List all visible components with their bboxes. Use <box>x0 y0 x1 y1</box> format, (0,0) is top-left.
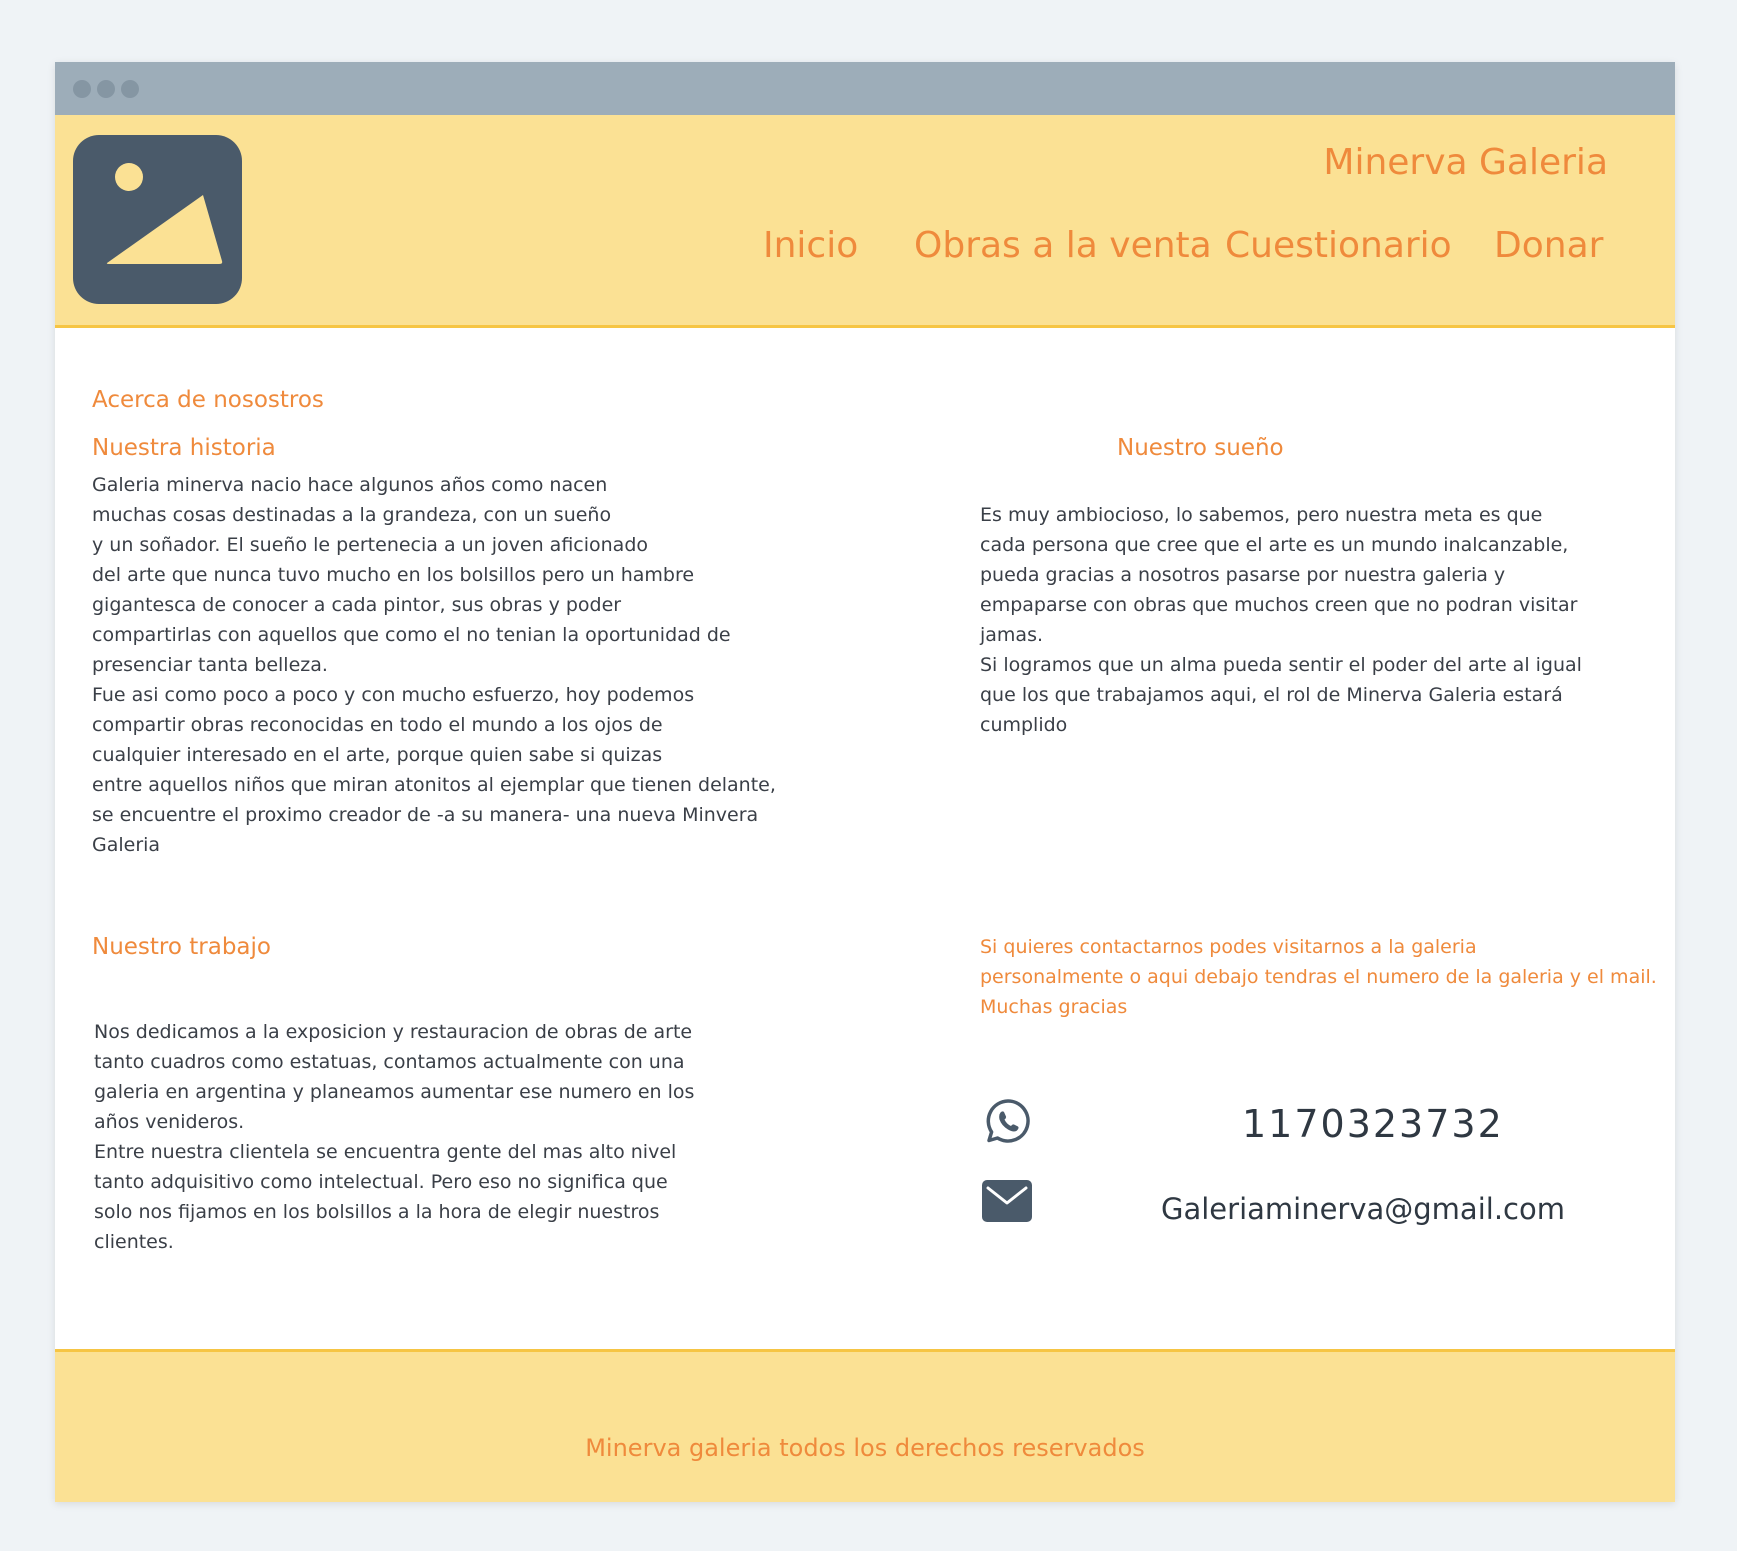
contact-message: Si quieres contactarnos podes visitarnos… <box>980 936 1657 1018</box>
about-heading: Acerca de nosostros <box>92 387 324 413</box>
envelope-icon[interactable] <box>982 1180 1032 1226</box>
history-title: Nuestra historia <box>92 435 276 461</box>
window-dot-minimize[interactable] <box>97 80 115 98</box>
image-placeholder-icon[interactable] <box>73 135 242 304</box>
window-dot-close[interactable] <box>73 80 91 98</box>
dream-title: Nuestro sueño <box>1117 435 1284 461</box>
dream-text: Es muy ambiocioso, lo sabemos, pero nues… <box>980 504 1582 736</box>
work-title: Nuestro trabajo <box>92 934 271 960</box>
history-text: Galeria minerva nacio hace algunos años … <box>92 474 776 856</box>
site-footer: Minerva galeria todos los derechos reser… <box>55 1349 1675 1502</box>
nav-inicio[interactable]: Inicio <box>763 225 858 266</box>
phone-number[interactable]: 1170323732 <box>1242 1102 1504 1146</box>
work-text: Nos dedicamos a la exposicion y restaura… <box>94 1021 695 1253</box>
window-titlebar <box>55 62 1675 115</box>
nav-donar[interactable]: Donar <box>1494 225 1603 266</box>
whatsapp-icon[interactable] <box>985 1098 1031 1148</box>
site-header: Minerva Galeria Inicio Obras a la venta … <box>55 115 1675 328</box>
nav-obras-a-la-venta[interactable]: Obras a la venta <box>914 225 1212 266</box>
browser-window: Minerva Galeria Inicio Obras a la venta … <box>55 62 1675 1502</box>
email-address[interactable]: Galeriaminerva@gmail.com <box>1161 1192 1565 1226</box>
nav-cuestionario[interactable]: Cuestionario <box>1225 225 1452 266</box>
footer-copyright: Minerva galeria todos los derechos reser… <box>585 1434 1145 1462</box>
site-title: Minerva Galeria <box>1323 142 1608 183</box>
window-dot-maximize[interactable] <box>121 80 139 98</box>
